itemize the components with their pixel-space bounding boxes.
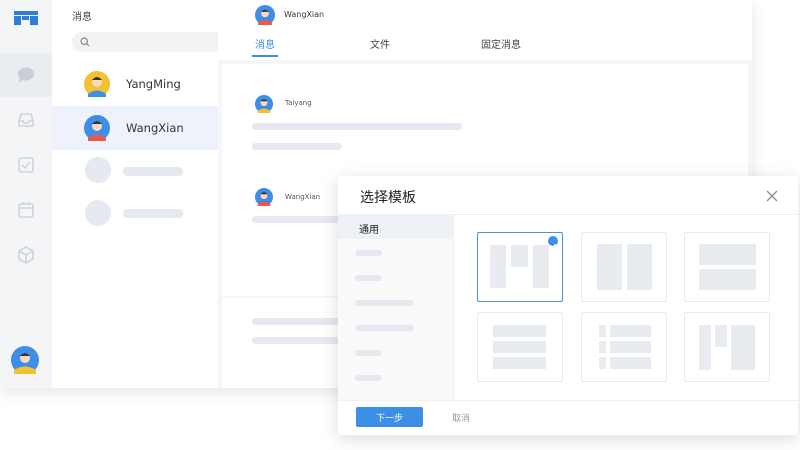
template-card[interactable] xyxy=(477,312,563,382)
category-item-active[interactable]: 通用 xyxy=(338,215,453,239)
nav-rail xyxy=(0,0,52,388)
category-placeholder[interactable] xyxy=(355,375,382,381)
template-block xyxy=(533,245,549,288)
contact-placeholder-name xyxy=(123,167,183,176)
template-block xyxy=(699,269,756,290)
message-placeholder-line xyxy=(252,123,462,130)
template-dialog: 选择模板 通用 下一步 取消 xyxy=(338,176,798,435)
template-block xyxy=(599,325,606,337)
template-card[interactable] xyxy=(684,312,770,382)
nav-apps[interactable] xyxy=(0,233,52,277)
template-card[interactable] xyxy=(684,232,770,302)
template-block xyxy=(610,357,651,369)
category-placeholder[interactable] xyxy=(355,250,382,256)
contact-placeholder-name xyxy=(123,209,183,218)
template-block xyxy=(493,357,546,369)
template-block xyxy=(597,244,622,290)
avatar-icon xyxy=(84,71,110,97)
template-block xyxy=(699,244,756,265)
composer-placeholder-line xyxy=(252,337,352,344)
logo-icon xyxy=(14,10,38,29)
avatar-icon xyxy=(255,95,273,113)
calendar-icon xyxy=(18,202,34,218)
message-sender: Taiyang xyxy=(285,99,312,107)
message-placeholder-line xyxy=(252,143,342,150)
template-block xyxy=(610,341,651,353)
avatar-icon xyxy=(255,188,273,206)
template-block xyxy=(511,245,528,267)
category-placeholder[interactable] xyxy=(355,300,414,306)
tab-underline xyxy=(252,55,278,57)
avatar-icon xyxy=(84,115,110,141)
nav-inbox[interactable] xyxy=(0,98,52,142)
template-block xyxy=(490,245,506,288)
contact-placeholder-avatar xyxy=(85,157,111,183)
contact-placeholder-avatar xyxy=(85,200,111,226)
dialog-title: 选择模板 xyxy=(360,190,416,206)
composer-placeholder-line xyxy=(252,318,352,325)
contact-item[interactable]: YangMing xyxy=(52,62,218,106)
next-step-button[interactable]: 下一步 xyxy=(356,407,423,427)
category-placeholder[interactable] xyxy=(355,275,382,281)
template-card[interactable] xyxy=(581,312,667,382)
template-block xyxy=(715,325,727,347)
template-card-selected[interactable] xyxy=(477,232,563,302)
tab-pinned[interactable]: 固定消息 xyxy=(481,36,521,51)
search-icon xyxy=(80,37,90,47)
nav-chat[interactable] xyxy=(0,53,52,97)
tab-messages[interactable]: 消息 xyxy=(255,36,275,51)
nav-calendar[interactable] xyxy=(0,188,52,232)
nav-tasks[interactable] xyxy=(0,143,52,187)
chat-header: WangXian 消息 文件 固定消息 xyxy=(218,0,752,60)
category-placeholder[interactable] xyxy=(355,325,414,331)
template-block xyxy=(599,341,606,353)
contact-item-active[interactable]: WangXian xyxy=(52,106,218,150)
template-block xyxy=(731,325,755,370)
list-title: 消息 xyxy=(72,12,92,23)
template-grid xyxy=(453,214,798,401)
template-card[interactable] xyxy=(581,232,667,302)
contact-name: YangMing xyxy=(126,77,181,91)
category-placeholder[interactable] xyxy=(355,350,382,356)
category-label: 通用 xyxy=(359,225,379,236)
tab-files[interactable]: 文件 xyxy=(370,36,390,51)
template-block xyxy=(610,325,651,337)
chat-user-name: WangXian xyxy=(284,10,325,19)
contact-list: 消息 YangMing WangXian xyxy=(52,0,248,388)
user-avatar[interactable] xyxy=(9,346,41,378)
message-placeholder-line xyxy=(252,216,352,223)
cancel-button[interactable]: 取消 xyxy=(452,411,470,424)
template-block xyxy=(493,341,546,353)
chat-icon xyxy=(18,67,34,83)
dialog-footer: 下一步 取消 xyxy=(338,400,798,435)
template-block xyxy=(627,244,652,290)
category-list: 通用 xyxy=(338,214,454,401)
message-sender: WangXian xyxy=(285,193,321,201)
checkbox-icon xyxy=(18,157,34,173)
template-block xyxy=(699,325,711,370)
inbox-icon xyxy=(18,113,34,127)
template-block xyxy=(493,325,546,337)
cube-icon xyxy=(18,246,34,264)
contact-name: WangXian xyxy=(126,121,184,135)
check-icon xyxy=(548,236,558,249)
template-block xyxy=(599,357,606,369)
avatar-icon xyxy=(255,5,275,25)
close-icon[interactable] xyxy=(766,190,778,202)
